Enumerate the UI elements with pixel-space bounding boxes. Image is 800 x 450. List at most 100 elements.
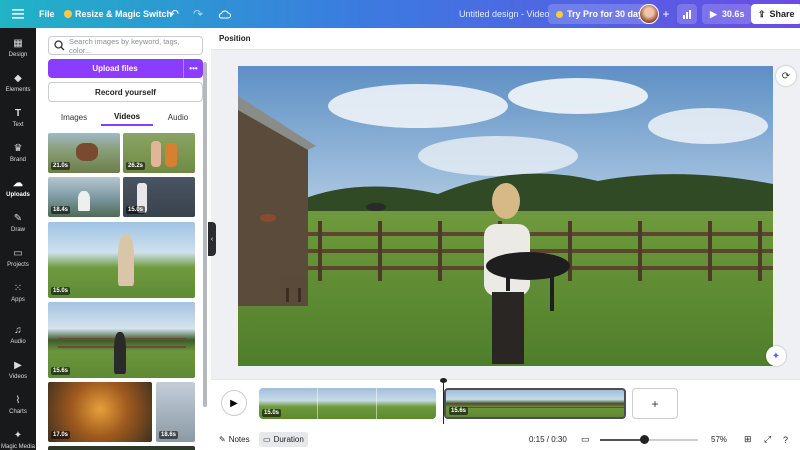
upload-icon: ☁ <box>13 177 23 189</box>
nav-label: Uploads <box>6 192 30 198</box>
upload-files-label: Upload files <box>92 64 138 73</box>
hamburger-icon[interactable] <box>8 0 28 28</box>
nav-label: Design <box>8 52 28 58</box>
fence-figure <box>450 404 624 408</box>
nav-apps[interactable]: ⁙ Apps <box>0 281 36 304</box>
zoom-slider-fill <box>600 439 645 441</box>
video-thumbnail[interactable]: 15.6s <box>48 302 195 378</box>
zoom-slider[interactable] <box>600 435 698 444</box>
nav-draw[interactable]: ✎ Draw <box>0 211 36 234</box>
nav-uploads[interactable]: ☁ Uploads <box>0 176 36 199</box>
frame-divider <box>317 388 318 419</box>
nav-audio[interactable]: ♫ Audio <box>0 323 36 346</box>
undo-icon[interactable]: ↶ <box>164 0 184 28</box>
left-nav: ▦ Design ◆ Elements T Text ♛ Brand ☁ Uploads … <box>0 28 36 450</box>
presenter-view-icon[interactable]: ▭ <box>581 429 590 450</box>
video-thumbnail[interactable]: 17.0s <box>48 382 152 442</box>
video-thumbnail[interactable] <box>48 446 195 450</box>
playhead[interactable] <box>440 378 447 424</box>
resize-magic-switch-button[interactable]: Resize & Magic Switch <box>64 0 172 28</box>
play-icon: ▶ <box>710 8 717 19</box>
draw-icon: ✎ <box>13 212 23 224</box>
nav-videos[interactable]: ▶ Videos <box>0 358 36 381</box>
fullscreen-icon[interactable]: ⤢ <box>764 429 771 450</box>
nav-design[interactable]: ▦ Design <box>0 36 36 59</box>
video-thumbnail[interactable]: 26.2s <box>123 133 195 173</box>
nav-elements[interactable]: ◆ Elements <box>0 71 36 94</box>
video-thumbnail[interactable]: 21.0s <box>48 133 120 173</box>
music-icon: ♫ <box>14 324 22 336</box>
tab-images[interactable]: Images <box>48 108 100 126</box>
refresh-icon[interactable]: ⟳ <box>776 66 796 86</box>
search-input[interactable]: Search images by keyword, tags, color... <box>48 36 203 55</box>
nav-text[interactable]: T Text <box>0 106 36 129</box>
video-thumbnail[interactable]: 18.4s <box>48 177 120 217</box>
nav-label: Apps <box>11 297 25 303</box>
duration-label: Duration <box>273 435 304 444</box>
resize-label: Resize & Magic Switch <box>75 9 173 19</box>
thumb-duration: 17.0s <box>51 431 71 439</box>
timeline-clip[interactable]: 15.0s <box>259 388 436 419</box>
nav-charts[interactable]: ⌇ Charts <box>0 393 36 416</box>
nav-projects[interactable]: ▭ Projects <box>0 246 36 269</box>
file-menu[interactable]: File <box>39 0 55 28</box>
nav-label: Draw <box>10 227 25 233</box>
nav-label: Magic Media <box>0 444 35 450</box>
duration-button[interactable]: ▭ Duration <box>259 432 308 447</box>
play-duration: 30.6s <box>721 9 745 19</box>
text-icon: T <box>14 107 22 119</box>
timeline-play-button[interactable]: ▶ <box>221 390 247 416</box>
notes-button[interactable]: ✎ Notes <box>219 429 250 450</box>
elements-icon: ◆ <box>14 72 22 84</box>
uploads-panel: Search images by keyword, tags, color...… <box>36 28 211 450</box>
bottom-bar: ✎ Notes ▭ Duration 0:15 / 0:30 ▭ 57% ⊞ ⤢… <box>211 429 800 450</box>
timeline-clip-selected[interactable]: 15.6s <box>444 388 626 419</box>
duration-icon: ▭ <box>263 435 271 444</box>
add-collaborator-icon[interactable]: + <box>656 0 676 28</box>
cow-figure <box>76 143 98 161</box>
share-icon: ⇪ <box>758 8 766 19</box>
video-icon: ▶ <box>14 359 22 371</box>
redo-icon[interactable]: ↷ <box>188 0 208 28</box>
person-figure <box>165 143 177 167</box>
video-thumbnail[interactable]: 18.6s <box>156 382 195 442</box>
thumb-duration: 18.4s <box>51 206 71 214</box>
try-pro-label: Try Pro for 30 days <box>567 9 649 19</box>
nav-label: Elements <box>5 87 31 93</box>
insights-icon[interactable] <box>677 4 697 24</box>
nav-label: Text <box>12 122 24 128</box>
plus-icon: + <box>651 396 659 411</box>
help-icon[interactable]: ? <box>783 429 788 450</box>
record-yourself-button[interactable]: Record yourself <box>48 82 203 102</box>
share-button[interactable]: ⇪ Share <box>751 4 800 24</box>
upload-files-button[interactable]: Upload files ••• <box>48 59 203 78</box>
time-readout: 0:15 / 0:30 <box>529 435 567 444</box>
thumb-duration: 18.6s <box>159 431 179 439</box>
clip-duration: 15.0s <box>262 409 282 417</box>
position-button[interactable]: Position <box>219 34 251 43</box>
magic-assistant-icon[interactable]: ✦ <box>766 346 786 366</box>
tab-videos[interactable]: Videos <box>101 108 153 126</box>
play-preview-button[interactable]: ▶ 30.6s <box>702 4 753 24</box>
play-icon: ▶ <box>230 397 238 409</box>
collapse-panel-icon[interactable]: ‹ <box>208 222 216 256</box>
cloud-saved-icon[interactable] <box>214 0 234 28</box>
share-label: Share <box>769 9 795 19</box>
zoom-level[interactable]: 57% <box>711 429 727 450</box>
tab-audio[interactable]: Audio <box>152 108 204 126</box>
panel-scrollbar[interactable] <box>203 62 207 407</box>
zoom-slider-knob[interactable] <box>640 435 650 444</box>
nav-magic-media[interactable]: ✦ Magic Media <box>0 428 36 450</box>
folder-icon: ▭ <box>13 247 23 259</box>
video-thumbnail[interactable]: 15.0s <box>48 222 195 298</box>
video-thumbnail[interactable]: 15.0s <box>123 177 195 217</box>
nav-brand[interactable]: ♛ Brand <box>0 141 36 164</box>
more-options-icon[interactable]: ••• <box>183 59 203 78</box>
brand-icon: ♛ <box>13 142 23 154</box>
video-canvas[interactable] <box>238 66 773 366</box>
add-clip-button[interactable]: + <box>632 388 678 419</box>
grid-view-icon[interactable]: ⊞ <box>744 429 752 450</box>
document-title[interactable]: Untitled design - Video <box>459 0 549 28</box>
thumb-duration: 15.0s <box>51 287 71 295</box>
crown-icon <box>64 10 72 18</box>
